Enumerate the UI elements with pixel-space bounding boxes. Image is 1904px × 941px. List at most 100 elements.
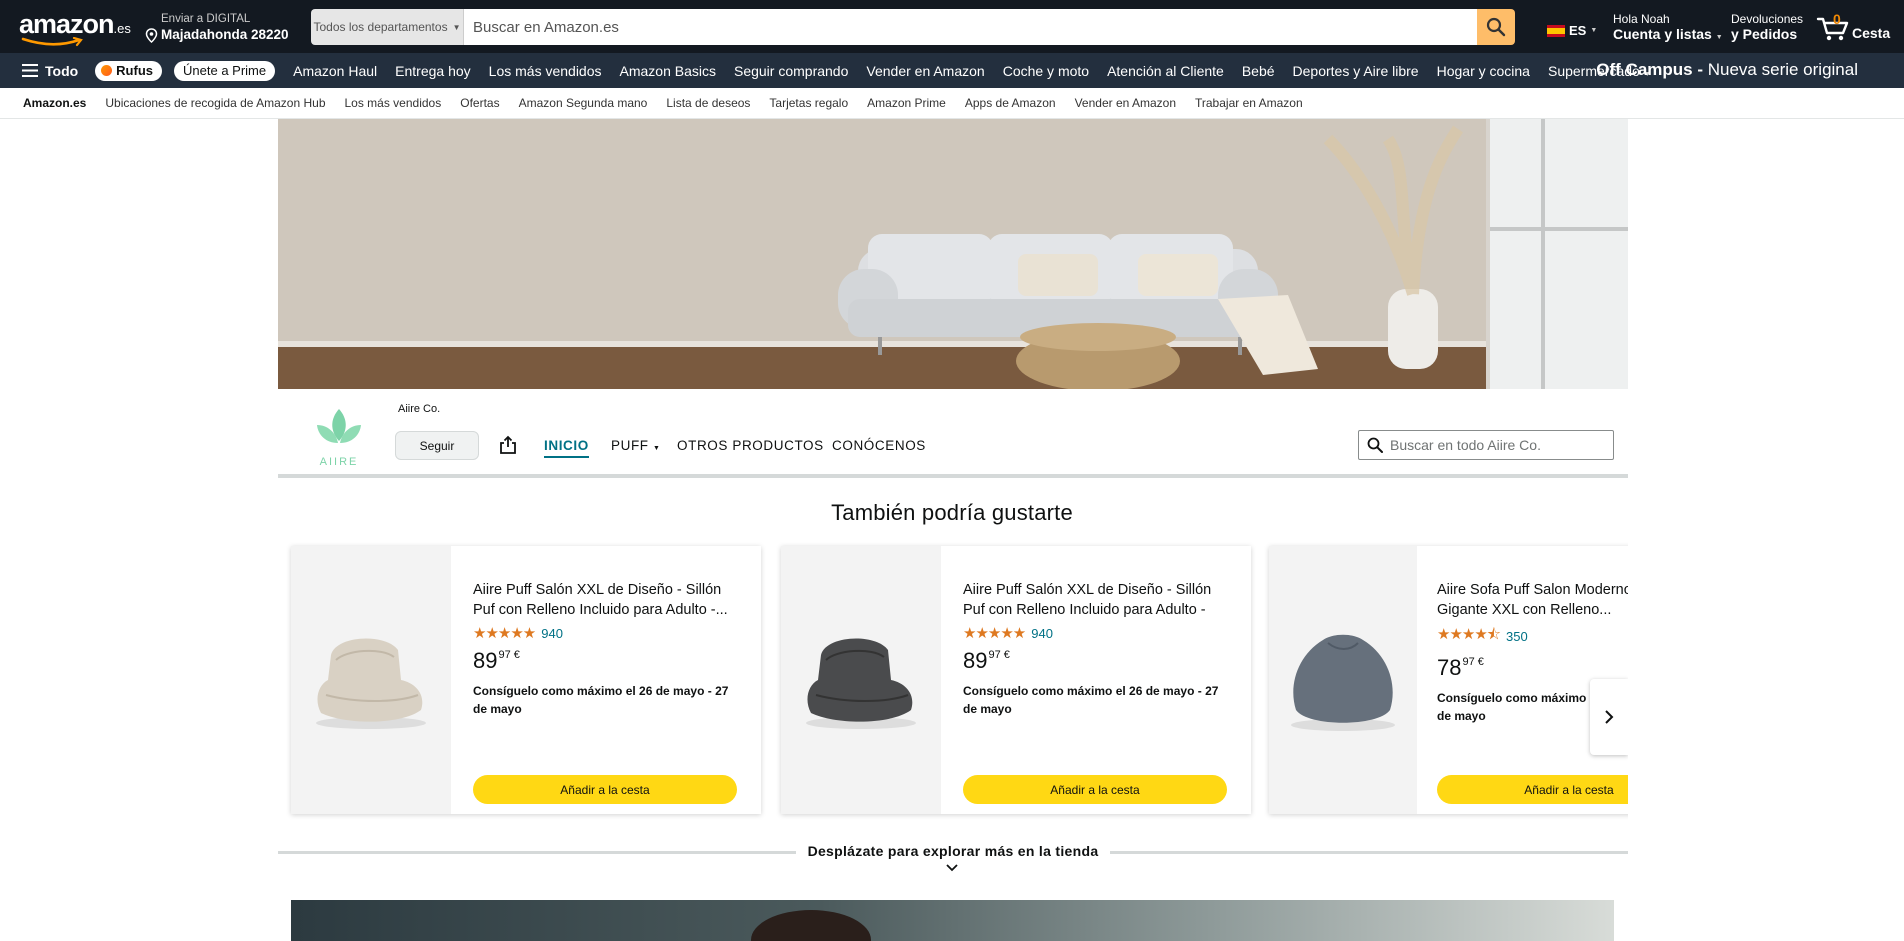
nav-item-amazon-haul[interactable]: Amazon Haul [293, 63, 377, 79]
language-selector[interactable]: ES ▼ [1547, 23, 1597, 38]
product-image[interactable] [291, 546, 451, 814]
price-whole: 78 [1437, 655, 1462, 680]
add-to-cart-button[interactable]: Añadir a la cesta [1437, 775, 1628, 804]
join-prime-button[interactable]: Únete a Prime [174, 60, 276, 81]
subnav-segunda-mano[interactable]: Amazon Segunda mano [519, 96, 648, 110]
add-to-cart-label: Añadir a la cesta [1524, 782, 1614, 797]
delivery-estimate: Consíguelo como máximo el 26 de mayo - 2… [963, 684, 1219, 716]
subnav-amazon-es[interactable]: Amazon.es [23, 96, 86, 110]
caret-down-icon: ▼ [1715, 34, 1723, 41]
deliver-line2: Majadahonda 28220 [161, 27, 289, 42]
follow-label: Seguir [419, 438, 455, 453]
returns-orders[interactable]: Devoluciones y Pedidos [1731, 12, 1803, 43]
deliver-line1: Enviar a DIGITAL [161, 13, 251, 25]
review-count[interactable]: 350 [1506, 629, 1528, 644]
carousel-next-button[interactable] [1590, 679, 1628, 755]
main-nav: Todo Rufus Únete a Prime Amazon Haul Ent… [0, 53, 1904, 88]
tab-inicio[interactable]: INICIO [544, 438, 589, 458]
follow-button[interactable]: Seguir [395, 431, 479, 460]
nav-item-amazon-basics[interactable]: Amazon Basics [620, 63, 716, 79]
tab-otros-productos[interactable]: OTROS PRODUCTOS [677, 438, 824, 453]
all-menu-button[interactable]: Todo [22, 63, 78, 79]
bean-bag-illustration [1291, 634, 1395, 731]
price-fraction: 97 € [1462, 656, 1484, 668]
subnav-vender[interactable]: Vender en Amazon [1075, 96, 1176, 110]
nav-item-entrega-hoy[interactable]: Entrega hoy [395, 63, 471, 79]
account-menu[interactable]: Hola Noah Cuenta y listas ▼ [1613, 12, 1723, 46]
subnav-amazon-hub[interactable]: Ubicaciones de recogida de Amazon Hub [105, 96, 325, 110]
search-department-select[interactable]: Todos los departamentos ▼ [311, 9, 464, 45]
price-whole: 89 [473, 648, 498, 673]
product-price: 89 97 € [473, 648, 745, 674]
returns-line1: Devoluciones [1731, 12, 1804, 26]
subnav-mas-vendidos[interactable]: Los más vendidos [345, 96, 442, 110]
store-lifestyle-banner [291, 900, 1614, 941]
person-photo-illustration [751, 910, 871, 941]
subnav-ofertas[interactable]: Ofertas [460, 96, 499, 110]
product-title[interactable]: Aiire Puff Salón XXL de Diseño - Sillón … [473, 580, 745, 620]
tab-conocenos[interactable]: CONÓCENOS [832, 438, 926, 453]
store-search-input[interactable] [1390, 437, 1600, 453]
caret-down-icon: ▼ [653, 445, 661, 452]
puff-chair-illustration [806, 638, 916, 729]
product-info: Aiire Puff Salón XXL de Diseño - Sillón … [963, 580, 1235, 718]
product-card[interactable]: Aiire Sofa Puff Salon Moderno - Sillon P… [1269, 546, 1628, 814]
deliver-to[interactable]: Enviar a DIGITAL Majadahonda 28220 [145, 12, 289, 44]
nav-item-vender[interactable]: Vender en Amazon [866, 63, 984, 79]
nav-item-deportes[interactable]: Deportes y Aire libre [1293, 63, 1419, 79]
cart-button[interactable]: 0 Cesta [1816, 11, 1896, 42]
price-whole: 89 [963, 648, 988, 673]
nav-item-seguir-comprando[interactable]: Seguir comprando [734, 63, 848, 79]
add-to-cart-button[interactable]: Añadir a la cesta [963, 775, 1227, 804]
search-icon [1367, 437, 1383, 453]
cart-label: Cesta [1852, 25, 1891, 41]
location-pin-icon [145, 27, 158, 43]
caret-down-icon: ▼ [1590, 27, 1598, 34]
caret-down-icon: ▼ [452, 22, 461, 32]
leaf-logo-icon [317, 409, 361, 443]
product-image[interactable] [1269, 546, 1417, 814]
product-rating[interactable]: ★★★★⯪ 350 [1437, 624, 1628, 649]
review-count[interactable]: 940 [1031, 626, 1053, 641]
share-button[interactable] [498, 435, 518, 455]
puff-chair-illustration [316, 638, 426, 729]
add-to-cart-button[interactable]: Añadir a la cesta [473, 775, 737, 804]
returns-line2: y Pedidos [1731, 26, 1798, 42]
top-nav: amazon.es Enviar a DIGITAL Majadahonda 2… [0, 0, 1904, 53]
nav-item-mas-vendidos[interactable]: Los más vendidos [489, 63, 602, 79]
search-button[interactable] [1477, 9, 1515, 45]
amazon-logo[interactable]: amazon.es [19, 11, 131, 47]
product-rating[interactable]: ★★★★★ 940 [473, 624, 745, 642]
product-title[interactable]: Aiire Sofa Puff Salon Moderno - Sillon P… [1437, 580, 1628, 620]
subnav-amazon-prime[interactable]: Amazon Prime [867, 96, 946, 110]
product-card[interactable]: Aiire Puff Salón XXL de Diseño - Sillón … [781, 546, 1251, 814]
search-input[interactable] [464, 9, 1477, 45]
subnav-lista-deseos[interactable]: Lista de deseos [666, 96, 750, 110]
explore-more[interactable]: Desplázate para explorar más en la tiend… [278, 841, 1628, 879]
product-title[interactable]: Aiire Puff Salón XXL de Diseño - Sillón … [963, 580, 1235, 620]
nav-item-hogar-cocina[interactable]: Hogar y cocina [1437, 63, 1530, 79]
review-count[interactable]: 940 [541, 626, 563, 641]
store-header: AIIRE Aiire Co. Seguir INICIO PUFF ▼ OTR… [278, 389, 1628, 478]
product-card[interactable]: Aiire Puff Salón XXL de Diseño - Sillón … [291, 546, 761, 814]
rufus-button[interactable]: Rufus [95, 60, 163, 81]
product-image[interactable] [781, 546, 941, 814]
subnav-tarjetas-regalo[interactable]: Tarjetas regalo [769, 96, 848, 110]
product-rating[interactable]: ★★★★★ 940 [963, 624, 1235, 642]
product-info: Aiire Puff Salón XXL de Diseño - Sillón … [473, 580, 745, 718]
nav-item-atencion-cliente[interactable]: Atención al Cliente [1107, 63, 1224, 79]
tab-puff[interactable]: PUFF ▼ [611, 438, 661, 453]
nav-item-coche-moto[interactable]: Coche y moto [1003, 63, 1089, 79]
subnav-trabajar[interactable]: Trabajar en Amazon [1195, 96, 1303, 110]
promo-banner-link[interactable]: Off Campus - Nueva serie original [1596, 60, 1858, 80]
brand-name[interactable]: Aiire Co. [398, 403, 440, 415]
cart-count: 0 [1833, 11, 1841, 27]
aiire-logo[interactable]: AIIRE [314, 401, 364, 468]
join-prime-label: Únete a Prime [183, 63, 267, 78]
promo-subtitle: Nueva serie original [1707, 60, 1858, 79]
all-menu-label: Todo [45, 62, 79, 79]
nav-item-bebe[interactable]: Bebé [1242, 63, 1275, 79]
subnav-apps[interactable]: Apps de Amazon [965, 96, 1056, 110]
rufus-label: Rufus [116, 63, 154, 78]
star-rating-icon: ★★★★⯪ [1437, 626, 1501, 643]
